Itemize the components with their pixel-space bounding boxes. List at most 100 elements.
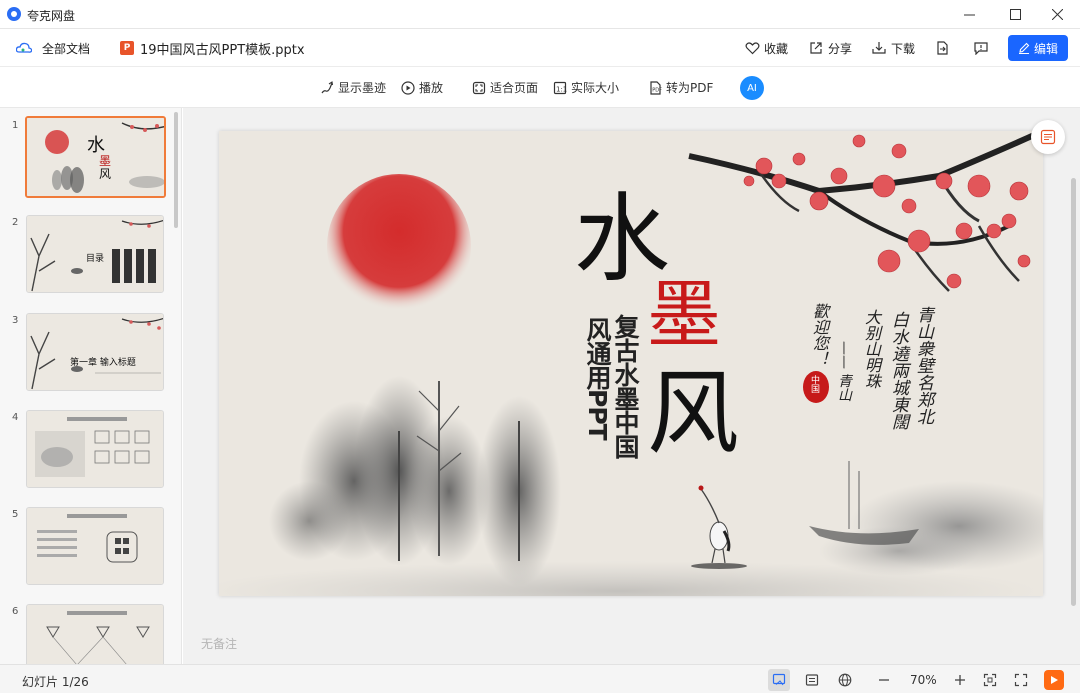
heart-icon [744,40,760,56]
minimize-button[interactable] [946,0,992,29]
minus-icon [879,679,889,681]
thumbnail-image [26,410,164,488]
pptx-file-icon: P [120,41,134,55]
main-scrollbar[interactable] [1071,178,1076,606]
share-label: 分享 [828,41,853,56]
viewer-toolbar: 显示墨迹 播放 适合页面 1:1 实际大小 PDF 转为PDF AI [0,67,1080,108]
document-toolbar: 全部文档 P 19中国风古风PPT模板.pptx 收藏 分享 下载 编辑 [0,29,1080,67]
download-button[interactable]: 下载 [871,38,915,58]
app-title: 夸克网盘 [27,9,76,23]
quark-logo-icon [7,7,21,21]
thumbnail-label: 第一章 输入标题 [70,358,136,368]
slide-select-button[interactable] [1031,120,1065,154]
show-ink-label: 显示墨迹 [338,81,387,95]
pencil-icon [1018,42,1030,54]
close-button[interactable] [1034,0,1080,29]
thumbnail-number: 2 [12,217,19,228]
title-bar: 夸克网盘 [0,0,1080,29]
favorite-label: 收藏 [764,41,789,56]
minimize-icon [963,14,975,16]
calligraphy-line-3: 大别山明珠 [862,309,881,389]
ai-assistant-button[interactable]: AI [740,76,764,100]
thumbnail-label: 目录 [86,254,105,264]
globe-icon [838,673,852,687]
thumbnail-2[interactable]: 2 目录 [0,213,176,297]
cloud-icon [16,40,32,56]
fit-page-icon [472,81,486,95]
thumbnail-1[interactable]: 1 水 墨 风 [0,116,176,200]
fullscreen-icon [1014,673,1028,687]
thumbnail-number: 4 [12,412,19,423]
actual-size-label: 实际大小 [571,81,620,95]
status-bar: 幻灯片 1/26 70% [0,664,1080,693]
close-icon [1051,9,1063,20]
slide-1-preview: 水 墨 风 [27,118,164,196]
fit-screen-button[interactable] [979,669,1001,691]
download-icon [871,40,887,56]
slide-thumbnail-panel: 1 水 墨 风 2 目录 3 第一章 输入标题 4 5 6 [0,108,182,664]
actual-size-icon: 1:1 [553,81,567,95]
thumbnail-scrollbar[interactable] [174,112,178,228]
pdf-icon: PDF [648,80,662,95]
notes-view-button[interactable] [801,669,823,691]
thumbnail-6[interactable]: 6 [0,602,176,664]
web-view-button[interactable] [834,669,856,691]
thumbnail-number: 6 [12,606,19,617]
svg-text:PDF: PDF [652,87,662,93]
save-to-device-button[interactable] [934,38,954,58]
svg-text:风: 风 [99,167,111,181]
ai-label: AI [747,82,757,94]
thumbnail-image: 水 墨 风 [25,116,166,198]
slide-4-preview [27,411,163,487]
thumbnail-image [26,313,164,391]
all-docs-label: 全部文档 [42,41,91,56]
fullscreen-button[interactable] [1010,669,1032,691]
slide-view: 水 墨 风 复古水墨中国 风通用PPT 青山衆壁名郑北 白水遶兩城東闊 大别山明… [183,108,1080,664]
all-docs-button[interactable]: 全部文档 [16,38,90,58]
zoom-level[interactable]: 70% [910,673,937,687]
thumbnail-4[interactable]: 4 [0,408,176,492]
thumbnail-number: 5 [12,509,19,520]
fit-screen-icon [983,673,997,687]
zoom-out-button[interactable] [873,669,895,691]
feedback-button[interactable] [973,38,993,58]
thumbnail-number: 3 [12,315,19,326]
favorite-button[interactable]: 收藏 [744,38,788,58]
zoom-in-button[interactable] [949,669,971,691]
file-name-label: 19中国风古风PPT模板.pptx [140,42,305,58]
share-button[interactable]: 分享 [808,38,852,58]
convert-to-pdf-label: 转为PDF [666,81,714,95]
download-label: 下载 [891,41,916,56]
edit-button[interactable]: 编辑 [1008,35,1068,61]
show-ink-button[interactable]: 显示墨迹 [320,79,386,96]
slide-title-char-2: 墨 [647,272,721,358]
notes-placeholder: 无备注 [201,637,238,651]
thumbnail-3[interactable]: 3 第一章 输入标题 [0,311,176,395]
calligraphy-line-4: 歡迎您！ [810,303,829,367]
slide-5-preview [27,508,163,584]
normal-view-button[interactable] [768,669,790,691]
svg-text:墨: 墨 [99,154,111,168]
thumbnail-5[interactable]: 5 [0,505,176,589]
slide-title-char-3: 风 [647,360,740,467]
edit-label: 编辑 [1033,41,1058,56]
play-label: 播放 [419,81,444,95]
ink-pen-icon [320,80,334,95]
fit-page-button[interactable]: 适合页面 [472,79,538,96]
thumbnail-number: 1 [12,120,19,131]
share-icon [808,40,824,56]
play-button[interactable]: 播放 [401,79,443,96]
export-icon [934,40,950,56]
slide-subtitle-2: 风通用PPT [583,317,612,440]
maximize-button[interactable] [992,0,1038,29]
slideshow-play-button[interactable] [1044,670,1064,690]
feedback-icon [973,40,989,56]
svg-text:1:1: 1:1 [556,85,567,93]
convert-to-pdf-button[interactable]: PDF 转为PDF [648,79,713,96]
actual-size-button[interactable]: 1:1 实际大小 [553,79,619,96]
play-icon [1051,676,1058,684]
seal-stamp: 中国 [809,375,819,393]
fit-page-label: 适合页面 [490,81,539,95]
slide-subtitle-1: 复古水墨中国 [611,314,640,458]
slide-3-preview [27,314,163,390]
